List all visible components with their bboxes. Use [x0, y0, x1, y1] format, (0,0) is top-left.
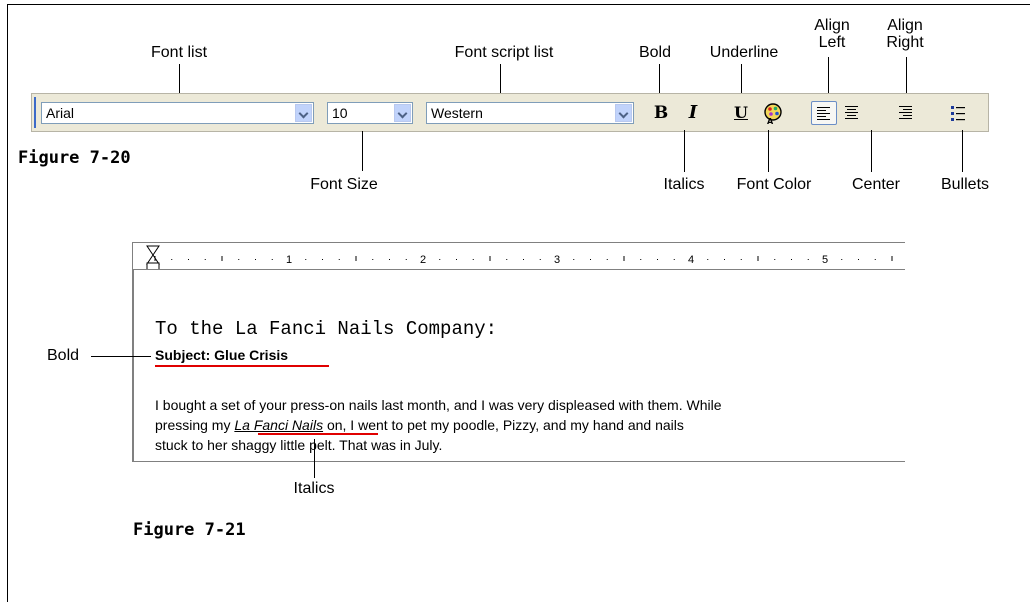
ruler: 1 2 3 4 5: [132, 242, 905, 270]
callout-line-font-size: [362, 131, 363, 171]
callout-line-center: [871, 130, 872, 172]
ruler-number: 5: [822, 254, 828, 266]
figure-7-20-label: Figure 7-20: [18, 148, 131, 168]
italic-highlight-underline: [258, 433, 378, 435]
doc-line-2-post: on, I went to pet my poodle, Pizzy, and …: [323, 417, 684, 433]
doc-paragraph-line-3: stuck to her shaggy little pelt. That wa…: [155, 437, 443, 453]
bullets-icon: [951, 106, 965, 121]
doc-italic-text: La Fanci Nails: [234, 417, 324, 433]
ruler-number: 2: [420, 254, 426, 266]
callout-font-script-list: Font script list: [454, 44, 554, 61]
callout-doc-italics: Italics: [293, 480, 335, 497]
callout-line-italics: [684, 130, 685, 172]
callout-font-color: Font Color: [736, 176, 812, 193]
callout-font-size: Font Size: [310, 176, 378, 193]
callout-doc-bold: Bold: [47, 347, 80, 364]
doc-paragraph-line-2: pressing my La Fanci Nails on, I went to…: [155, 417, 684, 433]
callout-line-doc-bold: [91, 356, 151, 357]
callout-line-font-color: [768, 130, 769, 172]
font-list-combo[interactable]: Arial: [41, 102, 314, 124]
ruler-left-indent-box: [146, 262, 160, 269]
ruler-scale: 1 2 3 4 5: [146, 245, 893, 269]
doc-subject: Subject: Glue Crisis: [155, 347, 289, 363]
doc-greeting: To the La Fanci Nails Company:: [155, 318, 498, 340]
font-script-combo[interactable]: Western: [426, 102, 634, 124]
font-list-value: Arial: [46, 105, 75, 121]
bullets-button[interactable]: [946, 101, 970, 125]
ruler-number: 4: [688, 254, 694, 266]
callout-bold: Bold: [638, 44, 672, 61]
svg-text:A: A: [767, 117, 774, 125]
callout-line-doc-italics: [314, 439, 315, 478]
callout-center: Center: [851, 176, 901, 193]
callout-italics: Italics: [663, 176, 705, 193]
ruler-number: 1: [286, 254, 292, 266]
callout-bullets: Bullets: [940, 176, 990, 193]
center-icon: [845, 106, 858, 121]
callout-align-left: Align Left: [814, 17, 850, 51]
bold-highlight-underline: [155, 365, 329, 367]
align-left-icon: [817, 107, 830, 122]
doc-line-2-pre: pressing my: [155, 417, 235, 433]
bold-button[interactable]: B: [649, 101, 673, 125]
figure-7-21-label: Figure 7-21: [133, 520, 246, 540]
font-list-dropdown-icon[interactable]: [295, 104, 312, 122]
font-script-dropdown-icon[interactable]: [615, 104, 632, 122]
font-color-icon: A: [764, 103, 782, 126]
doc-paragraph-line-1: I bought a set of your press-on nails la…: [155, 397, 722, 413]
callout-align-right: Align Right: [886, 17, 924, 51]
underline-button[interactable]: U: [729, 101, 753, 125]
font-size-dropdown-icon[interactable]: [394, 104, 411, 122]
center-button[interactable]: [840, 101, 864, 125]
callout-line-bullets: [962, 130, 963, 172]
formatting-toolbar: Arial 10 Western B I U A: [31, 93, 989, 132]
callout-font-list: Font list: [150, 44, 208, 61]
font-script-value: Western: [431, 105, 483, 121]
align-left-button[interactable]: [811, 101, 837, 125]
italic-button[interactable]: I: [681, 101, 705, 125]
font-size-value: 10: [332, 105, 348, 121]
align-right-icon: [899, 106, 912, 121]
font-size-combo[interactable]: 10: [327, 102, 413, 124]
font-color-button[interactable]: A: [761, 101, 785, 126]
ruler-indent-marker: [146, 245, 160, 265]
callout-underline: Underline: [709, 44, 779, 61]
align-right-button[interactable]: [894, 101, 918, 125]
ruler-number: 3: [554, 254, 560, 266]
